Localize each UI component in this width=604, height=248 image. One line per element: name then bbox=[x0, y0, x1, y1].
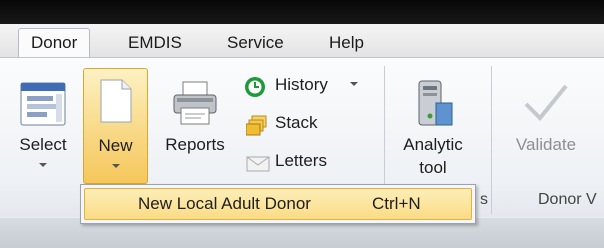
validate-button[interactable]: Validate bbox=[505, 68, 587, 184]
menu-item-new-local-adult-donor[interactable]: New Local Adult Donor Ctrl+N bbox=[84, 188, 472, 220]
chevron-down-icon bbox=[39, 163, 47, 167]
tab-donor[interactable]: Donor bbox=[18, 28, 91, 60]
ribbon-group-separator bbox=[491, 66, 492, 214]
analytic-tool-button[interactable]: Analytic tool bbox=[392, 68, 474, 184]
new-button[interactable]: New bbox=[83, 68, 148, 184]
tab-help[interactable]: Help bbox=[329, 29, 364, 59]
computer-tower-icon bbox=[418, 80, 453, 126]
validate-label: Validate bbox=[515, 135, 577, 154]
reports-button[interactable]: Reports bbox=[158, 68, 232, 184]
history-clock-icon bbox=[245, 77, 265, 97]
select-button[interactable]: Select bbox=[12, 68, 74, 184]
reports-label: Reports bbox=[165, 135, 225, 154]
new-document-icon bbox=[100, 79, 132, 123]
group-label-partial: s bbox=[480, 191, 488, 208]
window-titlebar bbox=[0, 0, 604, 24]
obscured-heading bbox=[12, 228, 312, 248]
new-dropdown-menu: New Local Adult Donor Ctrl+N bbox=[80, 184, 476, 224]
analytic-label-line-1: Analytic bbox=[403, 135, 463, 154]
chevron-down-icon bbox=[112, 164, 120, 168]
group-label-donor: Donor V bbox=[538, 191, 597, 208]
history-label: History bbox=[275, 75, 328, 94]
ribbon-tab-strip: Donor EMDIS Service Help bbox=[0, 24, 604, 60]
stack-folders-icon bbox=[246, 115, 267, 136]
analytic-label-line-2: tool bbox=[419, 158, 447, 177]
menu-item-shortcut: Ctrl+N bbox=[372, 194, 421, 213]
tab-service[interactable]: Service bbox=[227, 29, 284, 59]
new-label: New bbox=[98, 136, 133, 155]
chevron-down-icon bbox=[350, 82, 358, 86]
menu-item-label: New Local Adult Donor bbox=[138, 194, 311, 213]
envelope-icon bbox=[246, 156, 270, 172]
select-label: Select bbox=[19, 135, 67, 154]
tab-emdis[interactable]: EMDIS bbox=[128, 29, 182, 59]
printer-icon bbox=[173, 81, 217, 125]
stack-label: Stack bbox=[275, 113, 318, 132]
letters-label: Letters bbox=[275, 151, 327, 170]
select-form-icon bbox=[20, 82, 66, 126]
checkmark-icon bbox=[524, 84, 568, 121]
